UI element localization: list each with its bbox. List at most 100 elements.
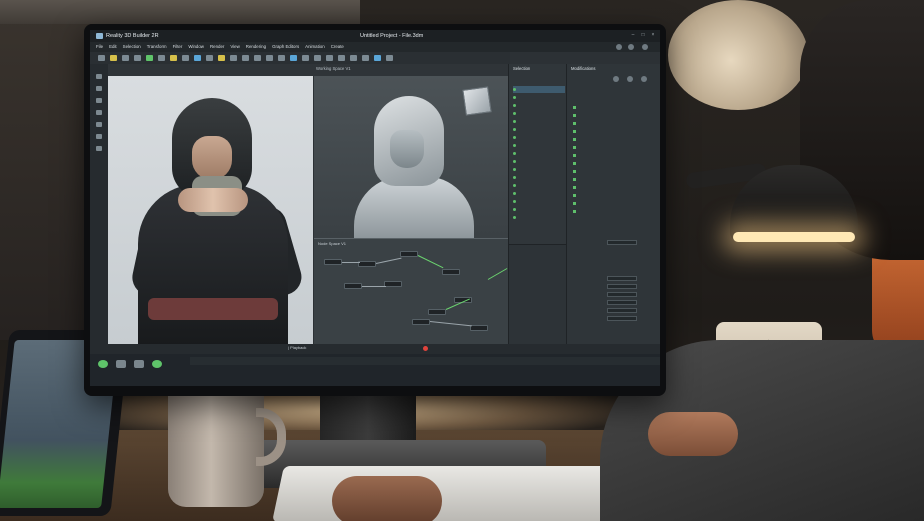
property-row[interactable] [513, 261, 563, 268]
material-icon[interactable] [206, 55, 213, 61]
node-editor[interactable]: Node Space V1 [314, 238, 508, 350]
node[interactable] [428, 309, 446, 315]
visibility-icon[interactable] [513, 112, 516, 115]
particles-icon[interactable] [374, 55, 381, 61]
modifier-item[interactable] [573, 144, 655, 151]
tree-item[interactable] [513, 86, 565, 93]
wireframe-icon[interactable] [302, 55, 309, 61]
visibility-icon[interactable] [513, 136, 516, 139]
align-icon[interactable] [254, 55, 261, 61]
menu-window[interactable]: Window [188, 44, 204, 50]
tree-item[interactable] [513, 110, 565, 117]
play-icon[interactable] [98, 360, 108, 368]
value-field[interactable] [607, 316, 637, 321]
modifier-item[interactable] [573, 128, 655, 135]
modifier-item[interactable] [573, 160, 655, 167]
option-field[interactable] [607, 240, 637, 245]
visibility-icon[interactable] [513, 160, 516, 163]
group-icon[interactable] [266, 55, 273, 61]
checkbox[interactable] [573, 130, 576, 133]
menu-edit[interactable]: Edit [109, 44, 117, 50]
modifier-item[interactable] [573, 192, 655, 199]
visibility-icon[interactable] [513, 104, 516, 107]
close-icon[interactable]: × [650, 32, 656, 39]
visibility-icon[interactable] [513, 184, 516, 187]
physics-icon[interactable] [386, 55, 393, 61]
tree-item[interactable] [513, 102, 565, 109]
grid-icon[interactable] [230, 55, 237, 61]
brush-icon[interactable] [218, 55, 225, 61]
account-icon[interactable] [642, 44, 648, 50]
checkbox[interactable] [573, 162, 576, 165]
modifier-item[interactable] [573, 120, 655, 127]
tree-item[interactable] [513, 174, 565, 181]
minimize-icon[interactable]: – [630, 32, 636, 39]
modifier-item[interactable] [573, 176, 655, 183]
value-field[interactable] [607, 292, 637, 297]
menu-create[interactable]: Create [331, 44, 344, 50]
modifier-item[interactable] [573, 104, 655, 111]
tool-scale-icon[interactable] [96, 110, 102, 115]
modifier-tool-icon[interactable] [613, 76, 619, 82]
share-icon[interactable] [616, 44, 622, 50]
tree-item[interactable] [513, 166, 565, 173]
modifier-item[interactable] [573, 168, 655, 175]
visibility-icon[interactable] [513, 152, 516, 155]
modifier-item[interactable] [573, 184, 655, 191]
node[interactable] [412, 319, 430, 325]
menu-render[interactable]: Render [210, 44, 224, 50]
tree-item[interactable] [513, 190, 565, 197]
viewport-icon[interactable] [290, 55, 297, 61]
node[interactable] [384, 281, 402, 287]
checkbox[interactable] [573, 178, 576, 181]
tree-item[interactable] [513, 134, 565, 141]
checkbox[interactable] [573, 114, 576, 117]
modifier-item[interactable] [573, 200, 655, 207]
maximize-icon[interactable]: □ [640, 32, 646, 39]
render-viewport[interactable] [108, 76, 313, 350]
mirror-icon[interactable] [158, 55, 165, 61]
checkbox[interactable] [573, 138, 576, 141]
modifier-tool-icon[interactable] [627, 76, 633, 82]
modifier-tool-icon[interactable] [641, 76, 647, 82]
property-row[interactable] [513, 295, 563, 302]
checkbox[interactable] [573, 210, 576, 213]
visibility-icon[interactable] [513, 96, 516, 99]
measure-icon[interactable] [362, 55, 369, 61]
property-row[interactable] [513, 275, 563, 282]
curve-icon[interactable] [338, 55, 345, 61]
visibility-icon[interactable] [513, 144, 516, 147]
visibility-icon[interactable] [513, 168, 516, 171]
move-icon[interactable] [110, 55, 117, 61]
property-row[interactable] [513, 305, 563, 312]
timeline-tool-icon[interactable] [134, 360, 144, 368]
menu-filter[interactable]: Filter [173, 44, 183, 50]
visibility-icon[interactable] [513, 208, 516, 211]
node[interactable] [324, 259, 342, 265]
value-field[interactable] [607, 276, 637, 281]
checkbox[interactable] [573, 154, 576, 157]
tree-item[interactable] [513, 94, 565, 101]
modifier-item[interactable] [573, 152, 655, 159]
checkbox[interactable] [573, 122, 576, 125]
property-row[interactable] [513, 285, 563, 292]
camera-icon[interactable] [182, 55, 189, 61]
layers-icon[interactable] [242, 55, 249, 61]
visibility-icon[interactable] [513, 216, 516, 219]
tool-knife-icon[interactable] [96, 134, 102, 139]
visibility-icon[interactable] [513, 200, 516, 203]
select-icon[interactable] [98, 55, 105, 61]
tree-item[interactable] [513, 126, 565, 133]
right-viewport-label[interactable]: Working Space V1 [316, 66, 351, 72]
node[interactable] [400, 251, 418, 257]
tree-item[interactable] [513, 214, 565, 221]
menu-graph-editors[interactable]: Graph Editors [272, 44, 299, 50]
render-icon[interactable] [194, 55, 201, 61]
link-icon[interactable] [278, 55, 285, 61]
modifier-item[interactable] [573, 208, 655, 215]
keyframe-icon[interactable] [152, 360, 162, 368]
tool-extrude-icon[interactable] [96, 146, 102, 151]
menu-animation[interactable]: Animation [305, 44, 325, 50]
tool-brush-icon[interactable] [96, 122, 102, 127]
node[interactable] [442, 269, 460, 275]
